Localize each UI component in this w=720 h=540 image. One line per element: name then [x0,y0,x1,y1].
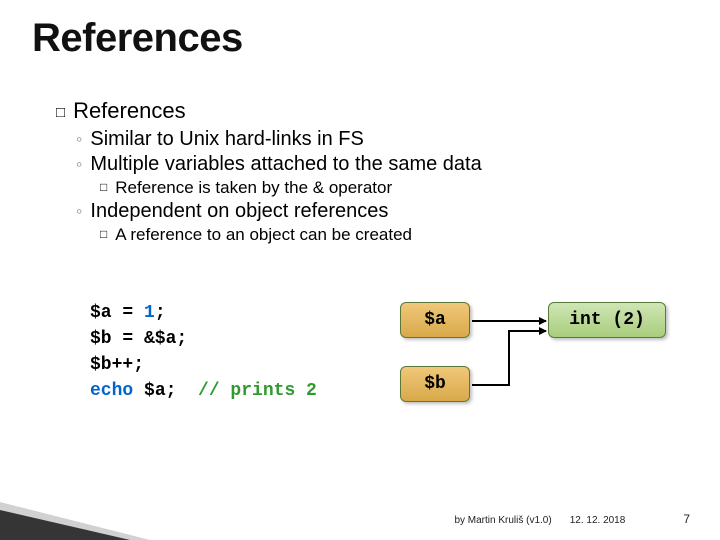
footer-page: 7 [683,512,690,526]
square-bullet-icon: □ [56,104,65,121]
bullet-item: ◦ Multiple variables attached to the sam… [76,153,676,176]
footer-date: 12. 12. 2018 [570,515,626,526]
sub-bullet-item: □ A reference to an object can be create… [100,225,676,245]
code-comment: // prints 2 [198,381,317,401]
code-line: echo $a; // prints 2 [90,378,670,404]
circle-bullet-icon: ◦ [76,129,82,149]
arrow-icon [472,320,546,322]
heading-text: References [73,98,186,124]
var-box-a: $a [400,302,470,338]
value-box-int: int (2) [548,302,666,338]
arrow-icon [508,330,546,332]
slide: References □ References ◦ Similar to Uni… [0,0,720,540]
arrow-segment [472,384,508,386]
sub-bullet-text: Reference is taken by the & operator [115,178,392,198]
circle-bullet-icon: ◦ [76,201,82,221]
code-text: ; [155,303,166,323]
circle-bullet-icon: ◦ [76,154,82,174]
heading-item: □ References [56,98,676,124]
code-line: $b++; [90,352,670,378]
footer-author: by Martin Kruliš (v1.0) [454,515,551,526]
var-box-b: $b [400,366,470,402]
bullet-text: Independent on object references [90,200,388,223]
sub-bullet-text: A reference to an object can be created [115,225,412,245]
decorative-wedge [0,510,130,540]
content-area: □ References ◦ Similar to Unix hard-link… [56,98,676,245]
sub-bullet-item: □ Reference is taken by the & operator [100,178,676,198]
code-text: $a = [90,303,144,323]
bullet-item: ◦ Similar to Unix hard-links in FS [76,128,676,151]
bullet-text: Similar to Unix hard-links in FS [90,128,363,151]
arrow-segment [508,330,510,386]
square-bullet-icon: □ [100,180,107,194]
slide-title: References [32,16,243,61]
code-keyword: echo [90,381,133,401]
code-text: $a; [133,381,198,401]
footer: by Martin Kruliš (v1.0) 12. 12. 2018 7 [454,512,690,526]
bullet-item: ◦ Independent on object references [76,200,676,223]
code-literal: 1 [144,303,155,323]
bullet-text: Multiple variables attached to the same … [90,153,481,176]
square-bullet-icon: □ [100,227,107,241]
